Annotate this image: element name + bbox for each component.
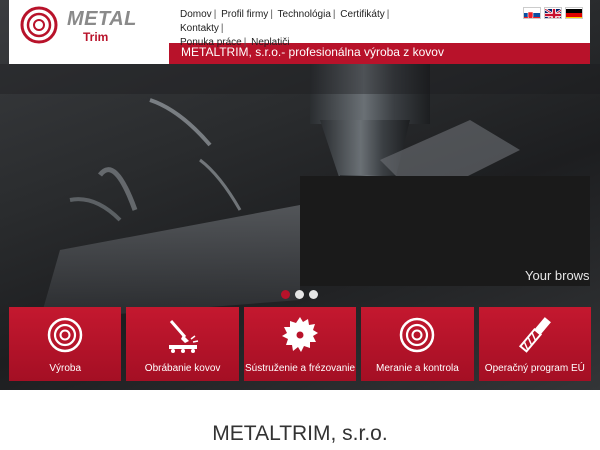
measure-rings-icon: [400, 317, 435, 353]
page: METAL Trim Domov | Profil firmy | Technoló…: [0, 0, 600, 450]
tile-vyroba[interactable]: Výroba: [9, 307, 122, 381]
main-nav: Domov | Profil firmy | Technológia | Certif…: [180, 9, 390, 48]
tile-sustruzenie-a-frezovanie[interactable]: Sústruženie a frézovanie: [243, 307, 357, 381]
video-browser-message: Your brows: [525, 268, 590, 283]
tile-operacny-program-eu[interactable]: Operačný program EÚ: [478, 307, 592, 381]
nav-item-profil-firmy[interactable]: Profil firmy: [221, 9, 268, 20]
metaltrim-logo-icon: [20, 6, 58, 44]
english-flag-icon[interactable]: [544, 7, 562, 19]
slider-dot-3[interactable]: [309, 290, 318, 299]
nav-item-domov[interactable]: Domov: [180, 9, 212, 20]
german-flag-icon[interactable]: [565, 7, 583, 19]
nav-item-technologia[interactable]: Technológia: [278, 9, 331, 20]
company-title: METALTRIM, s.r.o.: [212, 422, 388, 445]
slider-dots: [281, 290, 318, 299]
rings-logo-icon: [47, 317, 83, 353]
header-tagline: METALTRIM, s.r.o.- profesionálna výroba …: [181, 45, 444, 59]
logo-trim-text: Trim: [83, 30, 109, 44]
slider-dot-1[interactable]: [281, 290, 290, 299]
tile-meranie-a-kontrola[interactable]: Meranie a kontrola: [361, 307, 474, 381]
tile-label: Sústruženie a frézovanie: [244, 363, 356, 374]
site-logo[interactable]: METAL Trim: [17, 4, 157, 46]
tile-obrabanie-kovov[interactable]: Obrábanie kovov: [126, 307, 239, 381]
language-switcher: [523, 7, 583, 19]
slider-dot-2[interactable]: [295, 290, 304, 299]
machining-icon: [168, 320, 198, 353]
slovak-flag-icon[interactable]: [523, 7, 541, 19]
end-mill-icon: [518, 317, 551, 353]
logo-metal-text: METAL: [67, 8, 137, 30]
tile-label: Operačný program EÚ: [484, 363, 585, 374]
video-player[interactable]: Your brows: [300, 176, 590, 286]
service-tiles: Výroba Obrábanie kovov Sústruženie a fré…: [9, 307, 592, 381]
tile-label: Výroba: [49, 363, 82, 374]
site-header: METAL Trim Domov | Profil firmy | Technoló…: [9, 0, 590, 64]
tile-label: Obrábanie kovov: [144, 363, 221, 374]
saw-blade-icon: [282, 317, 319, 352]
nav-item-kontakty[interactable]: Kontakty: [180, 23, 219, 34]
nav-item-certifikaty[interactable]: Certifikáty: [340, 9, 384, 20]
tile-label: Meranie a kontrola: [376, 363, 459, 374]
